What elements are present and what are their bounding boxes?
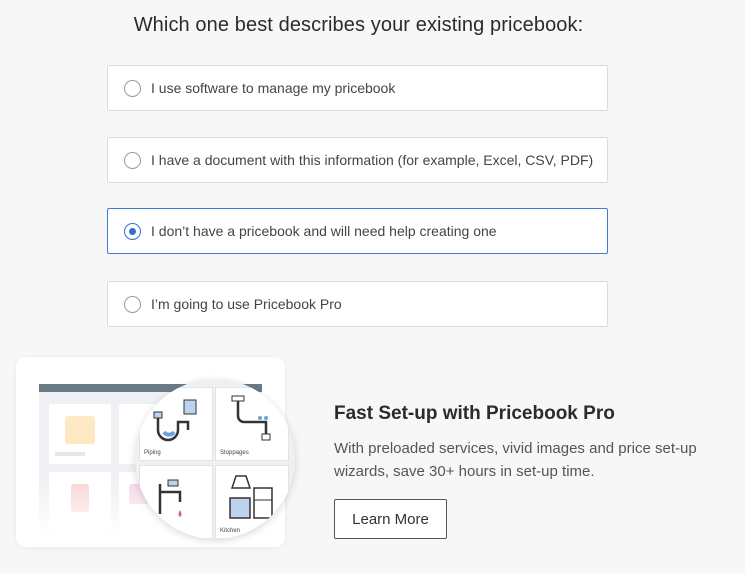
tile-label: Piping [144, 450, 161, 456]
zoomed-service-icons: Piping Stoppages Kitchen [135, 379, 295, 539]
option-label: I’m going to use Pricebook Pro [151, 296, 342, 312]
radio-button[interactable] [124, 80, 141, 97]
service-tile-kitchen: Kitchen [215, 465, 289, 539]
option-software[interactable]: I use software to manage my pricebook [107, 65, 608, 111]
tile-label: Stoppages [220, 450, 249, 456]
promo-description: With preloaded services, vivid images an… [334, 440, 697, 480]
question-heading: Which one best describes your existing p… [133, 14, 584, 36]
promo-title: Fast Set-up with Pricebook Pro [334, 403, 615, 424]
option-label: I don’t have a pricebook and will need h… [151, 223, 497, 239]
option-label: I use software to manage my pricebook [151, 80, 396, 96]
faucet-icon [158, 479, 182, 517]
option-document[interactable]: I have a document with this information … [107, 137, 608, 183]
service-tile-piping: Piping [139, 387, 213, 461]
option-label: I have a document with this information … [151, 152, 594, 168]
service-tile-stoppages: Stoppages [215, 387, 289, 461]
learn-more-button[interactable]: Learn More [334, 499, 447, 539]
option-no-pricebook[interactable]: I don’t have a pricebook and will need h… [107, 208, 608, 254]
service-tile-faucet [139, 465, 213, 539]
preview-tile [49, 404, 111, 464]
option-pricebook-pro[interactable]: I’m going to use Pricebook Pro [107, 281, 608, 327]
radio-button-selected[interactable] [124, 223, 141, 240]
tile-label: Kitchen [220, 528, 241, 534]
radio-button[interactable] [124, 152, 141, 169]
radio-button[interactable] [124, 296, 141, 313]
